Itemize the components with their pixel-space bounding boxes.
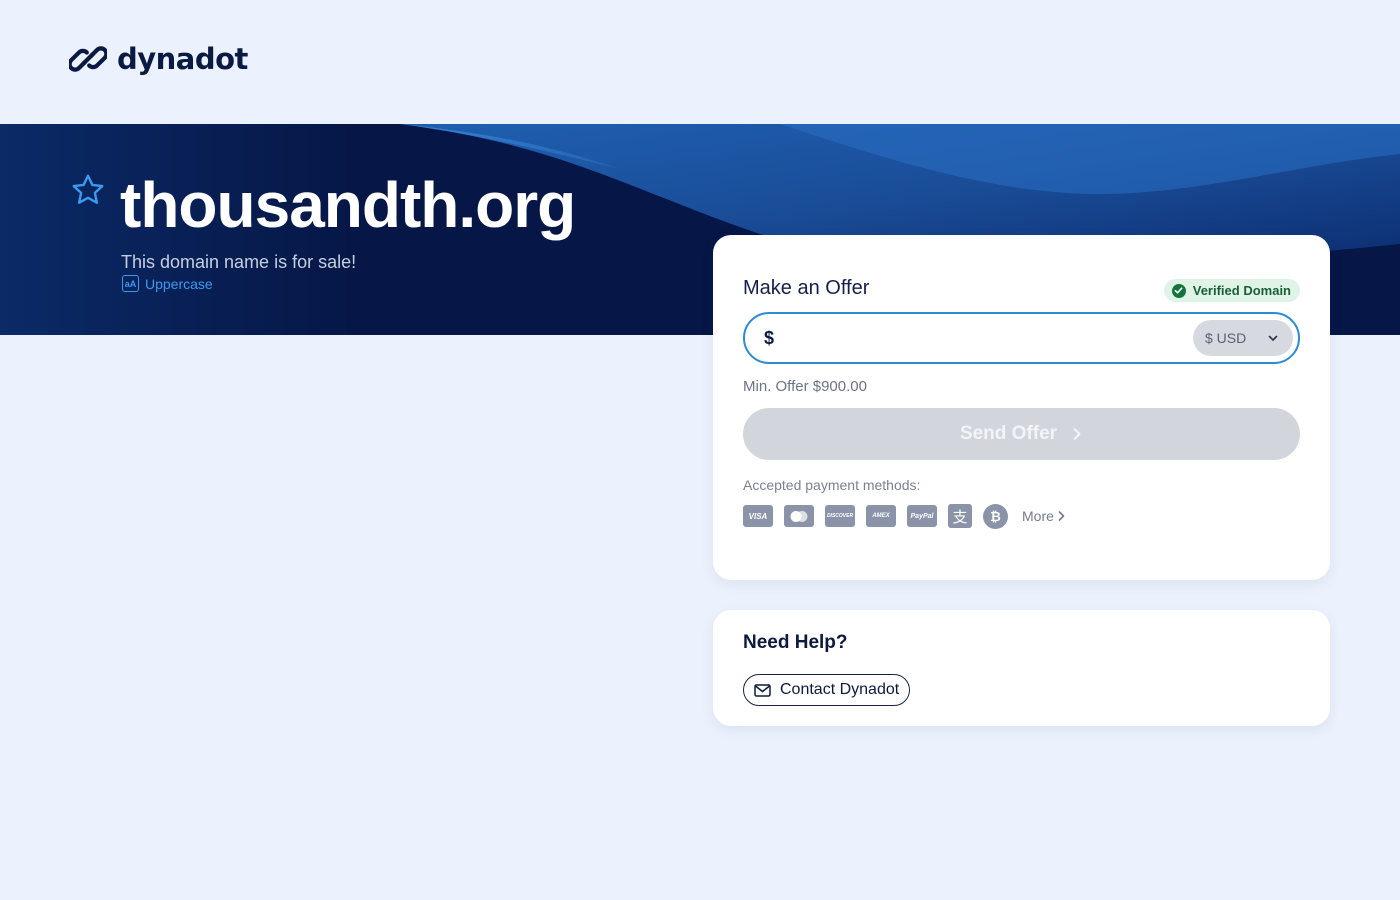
domain-name-title: thousandth.org (120, 169, 576, 241)
discover-icon: DISCOVER (825, 505, 855, 527)
bitcoin-icon: ₿ (983, 503, 1008, 529)
min-offer-text: Min. Offer $900.00 (743, 378, 867, 395)
check-circle-icon (1171, 283, 1186, 298)
alipay-icon: 支 (948, 504, 972, 528)
mastercard-icon (784, 505, 814, 527)
dynadot-logo[interactable]: dynadot (69, 40, 248, 78)
contact-dynadot-button[interactable]: Contact Dynadot (743, 674, 911, 706)
for-sale-subtitle: This domain name is for sale! (121, 252, 357, 272)
offer-amount-input[interactable] (782, 314, 1193, 362)
currency-select[interactable]: $ USD (1193, 320, 1293, 356)
offer-amount-field: $ $ USD (743, 312, 1300, 364)
payment-methods-row: VISA DISCOVER AMEX PayPal 支 ₿ More (743, 503, 1066, 529)
contact-label: Contact Dynadot (780, 681, 900, 698)
offer-card: Make an Offer Verified Domain $ $ USD Mi… (713, 235, 1330, 580)
chevron-right-icon (1058, 511, 1065, 521)
verified-domain-badge: Verified Domain (1163, 279, 1300, 302)
uppercase-label: Uppercase (145, 275, 213, 292)
mail-icon (754, 683, 771, 697)
verified-label: Verified Domain (1192, 283, 1291, 298)
more-label: More (1022, 508, 1054, 524)
brand-name: dynadot (117, 42, 248, 76)
offer-title: Make an Offer (743, 277, 870, 299)
paypal-icon: PayPal (907, 505, 937, 527)
help-card: Need Help? Contact Dynadot (713, 610, 1330, 726)
star-icon[interactable] (70, 172, 106, 208)
uppercase-toggle[interactable]: aA Uppercase (122, 275, 213, 292)
case-toggle-icon: aA (122, 275, 139, 292)
visa-icon: VISA (743, 505, 773, 527)
send-offer-label: Send Offer (959, 423, 1058, 444)
currency-label: $ USD (1205, 330, 1247, 346)
top-bar: dynadot (0, 0, 1400, 124)
more-payment-methods-link[interactable]: More (1022, 508, 1066, 524)
amex-icon: AMEX (866, 505, 896, 527)
link-chain-icon (69, 46, 107, 72)
send-offer-button[interactable]: Send Offer (743, 408, 1300, 460)
chevron-right-icon (1073, 428, 1081, 440)
currency-symbol: $ (764, 327, 775, 348)
payment-methods-label: Accepted payment methods: (743, 477, 921, 493)
help-title: Need Help? (743, 632, 848, 653)
chevron-down-icon (1268, 335, 1278, 341)
